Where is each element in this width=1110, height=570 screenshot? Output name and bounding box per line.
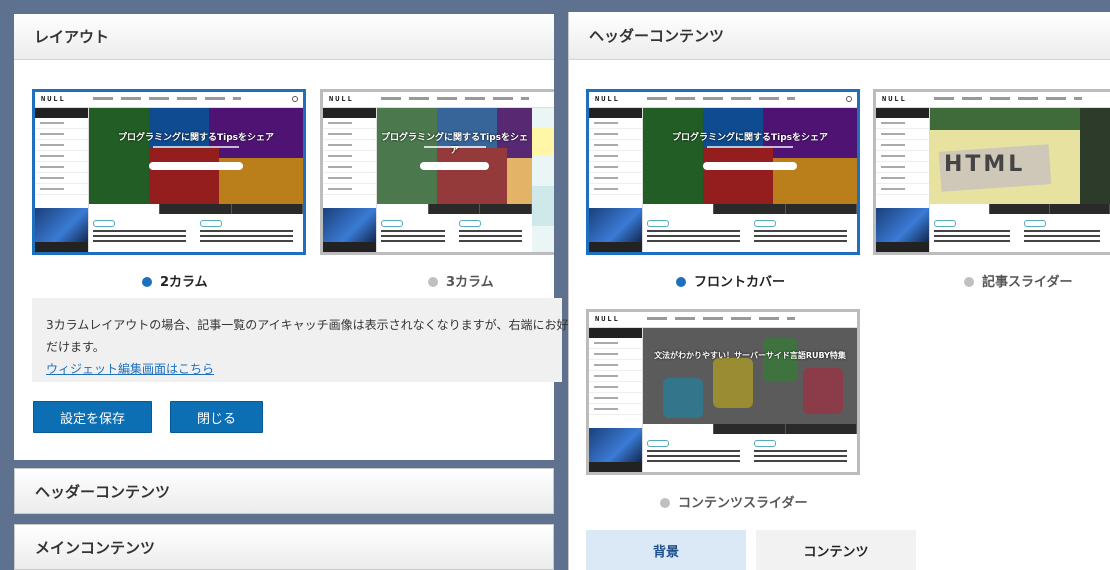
thumb-search-bar (148, 162, 244, 170)
thumb-nav: NULL (35, 92, 303, 108)
accordion-main-contents[interactable]: メインコンテンツ (14, 524, 554, 570)
radio-unselected-icon (660, 498, 670, 508)
tab-background[interactable]: 背景 (586, 530, 746, 570)
thumb-sidebar (35, 108, 89, 252)
header-article-slider-thumbnail[interactable]: NULL HTML (873, 89, 1110, 255)
header-option-content-slider[interactable]: コンテンツスライダー (660, 492, 807, 511)
header-content-slider-thumbnail[interactable]: NULL 文法がわかりやすい！サーバーサイド言語RUBY特集 (586, 309, 860, 475)
tab-contents[interactable]: コンテンツ (756, 530, 916, 570)
radio-unselected-icon (964, 277, 974, 287)
layout-option-3column[interactable]: 3カラム (428, 271, 494, 290)
layout-2column-thumbnail[interactable]: NULL プログラミングに関するTipsをシェア (32, 89, 306, 255)
accordion-header-contents[interactable]: ヘッダーコンテンツ (14, 468, 554, 514)
header-option-frontcover[interactable]: フロントカバー (676, 271, 785, 290)
header-option-article-slider[interactable]: 記事スライダー (964, 271, 1072, 290)
search-icon (292, 96, 298, 102)
layout-panel-title: レイアウト (14, 14, 554, 60)
thumb-hero-title: プログラミングに関するTipsをシェア (117, 133, 275, 143)
widget-edit-link[interactable]: ウィジェット編集画面はこちら (46, 362, 214, 376)
thumb-logo: NULL (41, 95, 66, 103)
header-panel-title: ヘッダーコンテンツ (569, 12, 1110, 60)
radio-selected-icon (142, 277, 152, 287)
header-frontcover-thumbnail[interactable]: NULL プログラミングに関するTipsをシェア (586, 89, 860, 255)
save-settings-button[interactable]: 設定を保存 (33, 401, 152, 433)
layout-3column-thumbnail[interactable]: NULL プログラミングに関するTipsをシェア (320, 89, 554, 255)
thumb-hero: プログラミングに関するTipsをシェア (89, 108, 303, 204)
layout-option-2column[interactable]: 2カラム (142, 271, 208, 290)
search-icon (846, 96, 852, 102)
close-button[interactable]: 閉じる (170, 401, 263, 433)
radio-unselected-icon (428, 277, 438, 287)
radio-selected-icon (676, 277, 686, 287)
layout-note: 3カラムレイアウトの場合、記事一覧のアイキャッチ画像は表示されなくなりますが、右… (32, 298, 665, 382)
layout-note-line1: 3カラムレイアウトの場合、記事一覧のアイキャッチ画像は表示されなくなりますが、右… (46, 318, 665, 332)
layout-note-line2: だけます。 (46, 340, 105, 354)
